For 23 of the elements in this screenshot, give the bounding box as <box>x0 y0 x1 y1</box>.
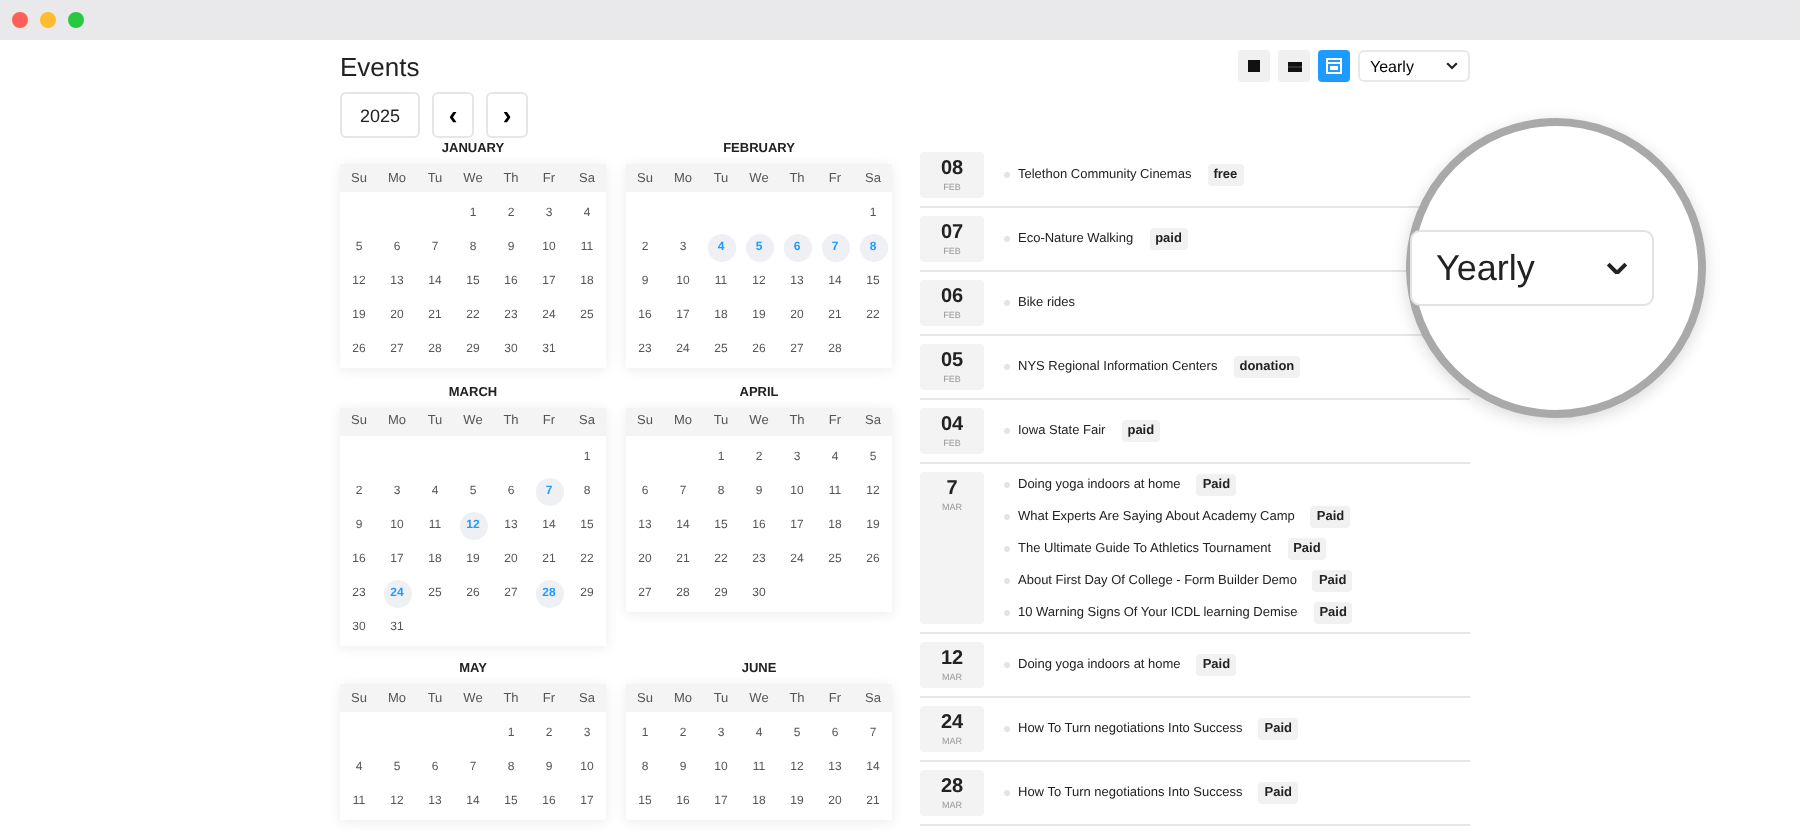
period-dropdown[interactable]: Yearly <box>1358 50 1470 82</box>
previous-button[interactable]: ‹ <box>432 92 475 138</box>
view-button[interactable] <box>1278 50 1310 82</box>
date-day: 08 <box>940 158 964 180</box>
chevron-down-icon <box>1606 261 1628 275</box>
maximize-window-button[interactable] <box>68 12 84 28</box>
page-title: Events <box>340 52 422 84</box>
date-day: 07 <box>940 222 964 244</box>
year-field[interactable]: 2025 <box>340 92 421 138</box>
date-day: 04 <box>940 414 964 436</box>
close-window-button[interactable] <box>12 12 28 28</box>
date-day: 06 <box>940 286 964 308</box>
list-icon <box>1287 61 1301 71</box>
date-day: 05 <box>940 350 964 372</box>
calendar-icon <box>1326 58 1342 74</box>
date-day: 12 <box>940 648 964 670</box>
date-day: 24 <box>940 712 964 734</box>
date-day: 28 <box>940 776 964 798</box>
chevron-down-icon <box>1446 62 1458 70</box>
date-day: 7 <box>946 478 958 500</box>
view-button[interactable] <box>1238 50 1270 82</box>
square-icon <box>1248 60 1260 72</box>
next-button[interactable]: › <box>486 92 529 138</box>
